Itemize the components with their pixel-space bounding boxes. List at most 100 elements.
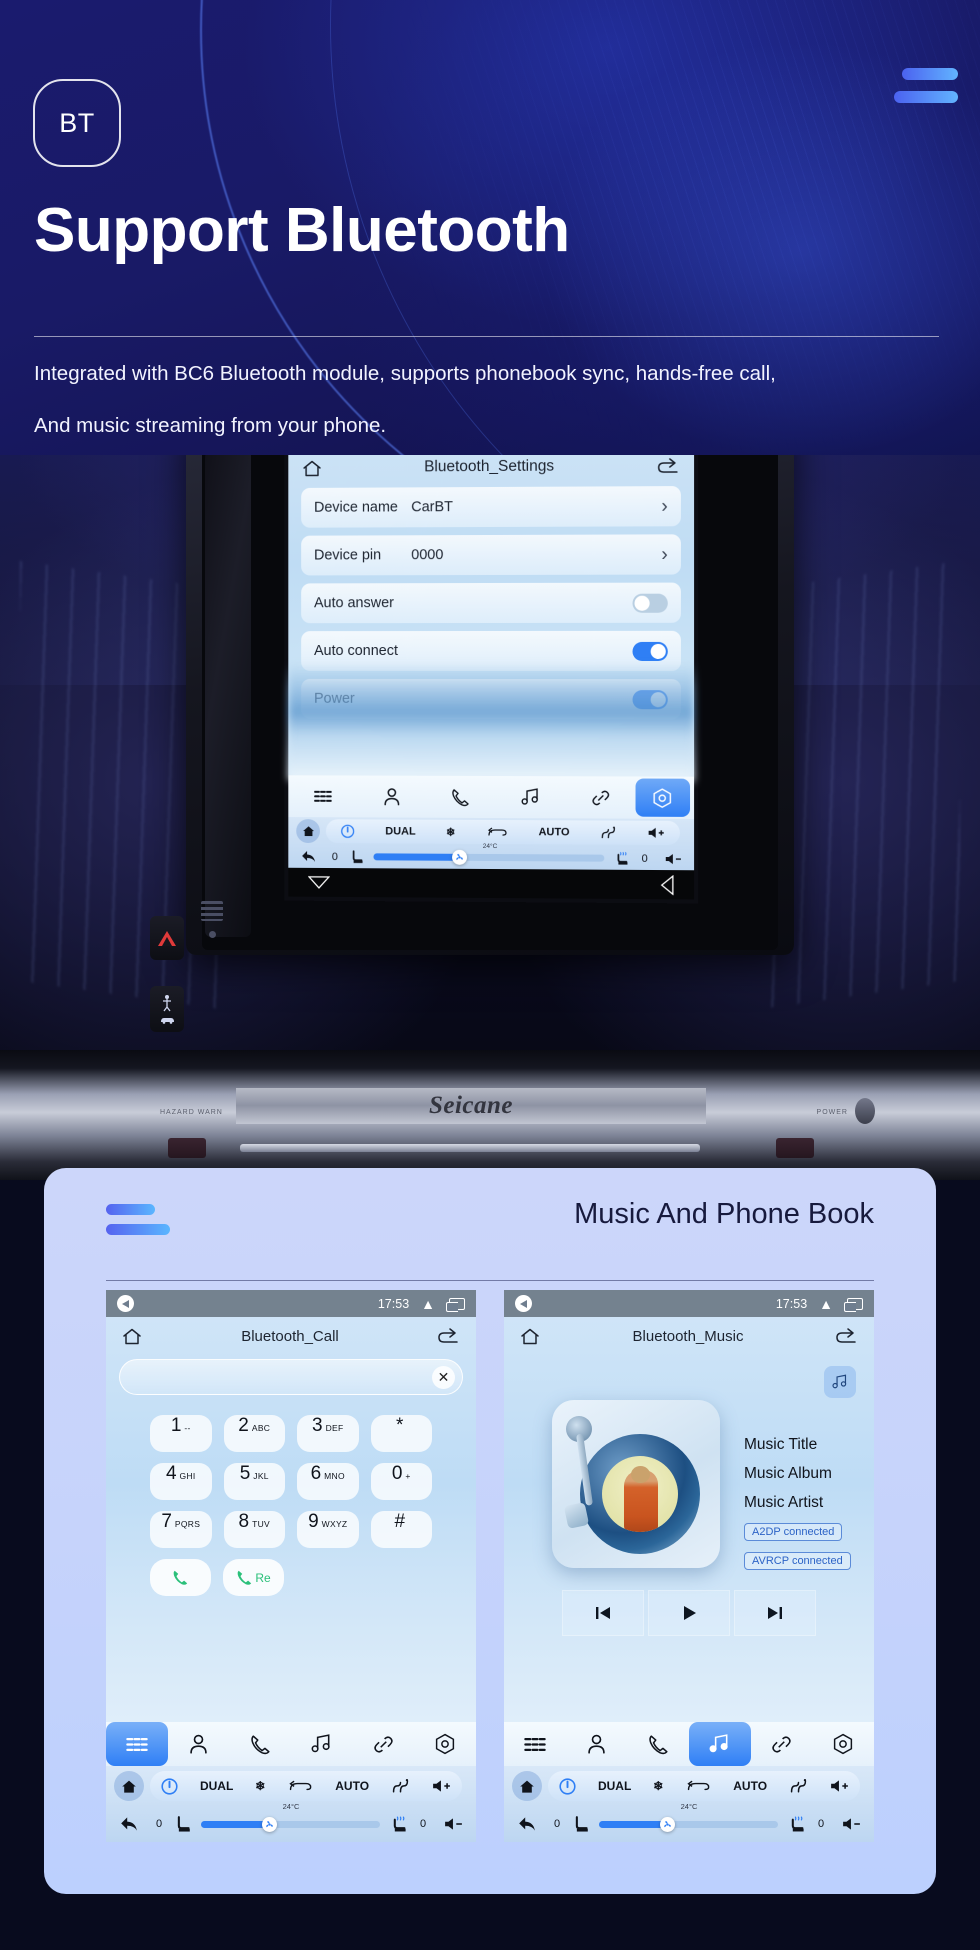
key-4[interactable]: 4 GHI bbox=[150, 1463, 212, 1500]
previous-track-icon[interactable] bbox=[562, 1590, 644, 1636]
recirculate-icon[interactable] bbox=[287, 1780, 313, 1793]
power-icon[interactable] bbox=[161, 1777, 178, 1795]
link-icon[interactable] bbox=[353, 1734, 415, 1755]
fan-icon[interactable] bbox=[659, 1816, 675, 1832]
volume-up-icon[interactable] bbox=[830, 1779, 849, 1793]
power-icon[interactable] bbox=[341, 824, 355, 838]
key-hash[interactable]: # bbox=[370, 1511, 432, 1548]
play-icon[interactable] bbox=[648, 1590, 730, 1636]
volume-down-icon[interactable] bbox=[660, 852, 686, 864]
music-note-icon[interactable] bbox=[496, 788, 566, 806]
recents-icon[interactable] bbox=[446, 1297, 465, 1312]
recents-icon[interactable] bbox=[844, 1297, 863, 1312]
bluetooth-music-screen[interactable]: 17:53 ▲ Bluetooth_Music Music Title Musi… bbox=[504, 1290, 874, 1842]
dual-label[interactable]: DUAL bbox=[200, 1779, 233, 1793]
seat-heat-icon[interactable] bbox=[614, 851, 629, 865]
head-unit-screen[interactable]: 17:53 ▲ Bluetooth_Settings Device name C… bbox=[288, 455, 695, 900]
settings-hex-icon[interactable] bbox=[635, 778, 691, 817]
contacts-icon[interactable] bbox=[168, 1734, 230, 1755]
apps-grid-icon[interactable] bbox=[288, 789, 357, 803]
music-source-badge[interactable] bbox=[824, 1366, 856, 1398]
auto-label[interactable]: AUTO bbox=[733, 1779, 767, 1793]
menu-icon[interactable] bbox=[894, 68, 958, 103]
key-5[interactable]: 5 JKL bbox=[223, 1463, 285, 1500]
recirculate-icon[interactable] bbox=[486, 826, 508, 837]
hazard-light-button[interactable] bbox=[150, 916, 184, 960]
settings-row-device-name[interactable]: Device name CarBT › bbox=[301, 486, 681, 528]
speaker-back-icon[interactable] bbox=[117, 1295, 134, 1312]
fan-speed-slider[interactable] bbox=[373, 849, 605, 865]
back-arrow-icon[interactable] bbox=[296, 850, 320, 863]
snowflake-icon[interactable]: ❄ bbox=[653, 1779, 663, 1793]
phone-icon[interactable] bbox=[426, 787, 495, 807]
settings-hex-icon[interactable] bbox=[812, 1733, 874, 1755]
contacts-icon[interactable] bbox=[357, 787, 426, 806]
contacts-icon[interactable] bbox=[566, 1734, 628, 1755]
key-1[interactable]: 1 -- bbox=[150, 1415, 212, 1452]
home-icon[interactable] bbox=[296, 819, 320, 844]
home-icon[interactable] bbox=[122, 1327, 142, 1346]
key-6[interactable]: 6 MNO bbox=[297, 1463, 359, 1500]
snowflake-icon[interactable]: ❄ bbox=[255, 1779, 265, 1793]
nav-back-icon[interactable] bbox=[661, 875, 674, 895]
dial-input[interactable]: ✕ bbox=[119, 1359, 463, 1395]
settings-row-device-pin[interactable]: Device pin 0000 › bbox=[301, 534, 681, 576]
settings-hex-icon[interactable] bbox=[414, 1733, 476, 1755]
volume-up-icon[interactable] bbox=[432, 1779, 451, 1793]
auto-connect-toggle[interactable] bbox=[632, 641, 668, 661]
home-icon[interactable] bbox=[114, 1771, 144, 1801]
phone-icon[interactable] bbox=[229, 1734, 291, 1755]
apps-grid-icon[interactable] bbox=[504, 1736, 566, 1753]
seat-icon[interactable] bbox=[350, 850, 364, 864]
seat-icon[interactable] bbox=[174, 1815, 191, 1833]
fan-speed-slider[interactable] bbox=[201, 1816, 380, 1832]
chevron-double-up-icon[interactable]: ▲ bbox=[819, 1296, 833, 1312]
key-9[interactable]: 9 WXYZ bbox=[297, 1511, 359, 1548]
back-arrow-icon[interactable] bbox=[658, 457, 680, 474]
defrost-icon[interactable] bbox=[600, 826, 616, 839]
volume-down-icon[interactable] bbox=[438, 1817, 468, 1831]
fan-speed-slider[interactable] bbox=[599, 1816, 778, 1832]
key-2[interactable]: 2 ABC bbox=[223, 1415, 285, 1452]
music-note-icon[interactable] bbox=[291, 1734, 353, 1754]
back-arrow-icon[interactable] bbox=[512, 1816, 542, 1832]
volume-down-icon[interactable] bbox=[836, 1817, 866, 1831]
seat-heat-icon[interactable] bbox=[390, 1815, 408, 1833]
back-arrow-icon[interactable] bbox=[836, 1327, 858, 1345]
seat-heat-icon[interactable] bbox=[788, 1815, 806, 1833]
collapse-icon[interactable] bbox=[308, 876, 330, 889]
key-3[interactable]: 3 DEF bbox=[297, 1415, 359, 1452]
volume-knob[interactable] bbox=[855, 1098, 875, 1124]
fan-icon[interactable] bbox=[451, 849, 467, 865]
next-track-icon[interactable] bbox=[734, 1590, 816, 1636]
call-button[interactable] bbox=[150, 1559, 211, 1596]
link-icon[interactable] bbox=[565, 788, 635, 807]
back-arrow-icon[interactable] bbox=[438, 1327, 460, 1345]
snowflake-icon[interactable]: ❄ bbox=[446, 825, 455, 838]
driver-assist-button[interactable] bbox=[150, 986, 184, 1032]
settings-row-auto-answer[interactable]: Auto answer bbox=[301, 582, 681, 624]
volume-up-icon[interactable] bbox=[647, 827, 664, 839]
home-icon[interactable] bbox=[302, 458, 322, 477]
recirculate-icon[interactable] bbox=[685, 1780, 711, 1793]
auto-label[interactable]: AUTO bbox=[335, 1779, 369, 1793]
music-note-icon[interactable] bbox=[689, 1722, 751, 1766]
apps-grid-icon[interactable] bbox=[106, 1722, 168, 1766]
bluetooth-call-screen[interactable]: 17:53 ▲ Bluetooth_Call ✕ 1 -- 2 ABC 3 DEF bbox=[106, 1290, 476, 1842]
key-8[interactable]: 8 TUV bbox=[223, 1511, 285, 1548]
card-menu-icon[interactable] bbox=[106, 1204, 170, 1235]
key-0[interactable]: 0 + bbox=[370, 1463, 432, 1500]
home-icon[interactable] bbox=[520, 1327, 540, 1346]
link-icon[interactable] bbox=[751, 1734, 813, 1755]
key-star[interactable]: * bbox=[370, 1415, 432, 1452]
speaker-back-icon[interactable] bbox=[515, 1295, 532, 1312]
defrost-icon[interactable] bbox=[391, 1778, 410, 1794]
power-icon[interactable] bbox=[559, 1777, 576, 1795]
auto-label[interactable]: AUTO bbox=[538, 826, 569, 838]
panel-button-right[interactable] bbox=[776, 1138, 814, 1158]
redial-button[interactable]: Re bbox=[223, 1559, 284, 1596]
phone-icon[interactable] bbox=[627, 1734, 689, 1755]
chevron-double-up-icon[interactable]: ▲ bbox=[421, 1296, 435, 1312]
back-arrow-icon[interactable] bbox=[114, 1816, 144, 1832]
panel-button-left[interactable] bbox=[168, 1138, 206, 1158]
